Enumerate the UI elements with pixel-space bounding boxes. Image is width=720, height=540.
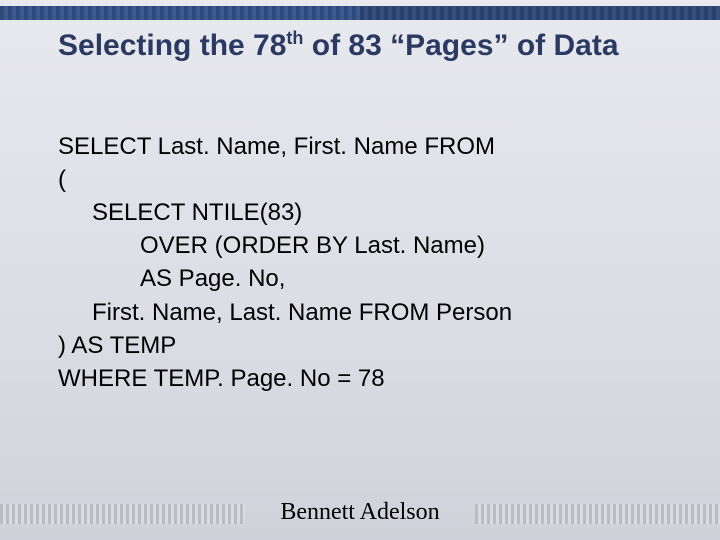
code-line-2: ( xyxy=(58,163,680,196)
code-block: SELECT Last. Name, First. Name FROM ( SE… xyxy=(58,130,680,395)
code-line-7: ) AS TEMP xyxy=(58,329,680,362)
code-line-4: OVER (ORDER BY Last. Name) xyxy=(58,229,680,262)
code-line-8: WHERE TEMP. Page. No = 78 xyxy=(58,362,680,395)
code-line-6: First. Name, Last. Name FROM Person xyxy=(58,296,680,329)
top-bar-right xyxy=(360,6,720,20)
title-post: of 83 “Pages” of Data xyxy=(303,29,618,62)
slide: Selecting the 78th of 83 “Pages” of Data… xyxy=(0,0,720,540)
title-pre: Selecting the 78 xyxy=(58,29,286,62)
code-line-3: SELECT NTILE(83) xyxy=(58,196,680,229)
top-decorative-bar xyxy=(0,6,720,20)
top-bar-left xyxy=(0,6,360,20)
title-sup: th xyxy=(286,28,303,48)
code-line-1: SELECT Last. Name, First. Name FROM xyxy=(58,130,680,163)
slide-title: Selecting the 78th of 83 “Pages” of Data xyxy=(58,28,680,64)
footer-text: Bennett Adelson xyxy=(0,499,720,526)
code-line-5: AS Page. No, xyxy=(58,262,680,295)
